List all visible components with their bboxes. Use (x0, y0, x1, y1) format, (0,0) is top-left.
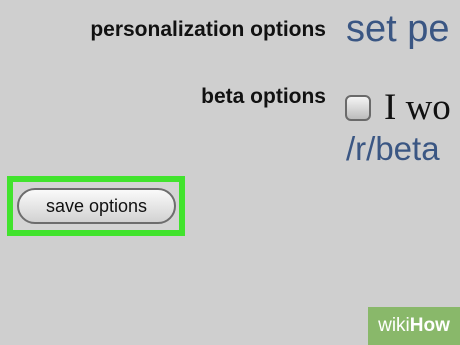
watermark-how-text: How (409, 315, 450, 336)
wikihow-watermark: wiki How (368, 307, 460, 345)
save-options-button[interactable]: save options (17, 188, 176, 224)
beta-options-label: beta options (201, 85, 326, 108)
beta-checkbox[interactable] (345, 95, 371, 121)
beta-checkbox-text: I wo (384, 87, 451, 128)
personalization-link[interactable]: set pe (346, 8, 450, 51)
watermark-wiki-text: wiki (378, 315, 410, 336)
beta-subreddit-link[interactable]: /r/beta (346, 130, 440, 168)
personalization-options-label: personalization options (90, 18, 326, 41)
